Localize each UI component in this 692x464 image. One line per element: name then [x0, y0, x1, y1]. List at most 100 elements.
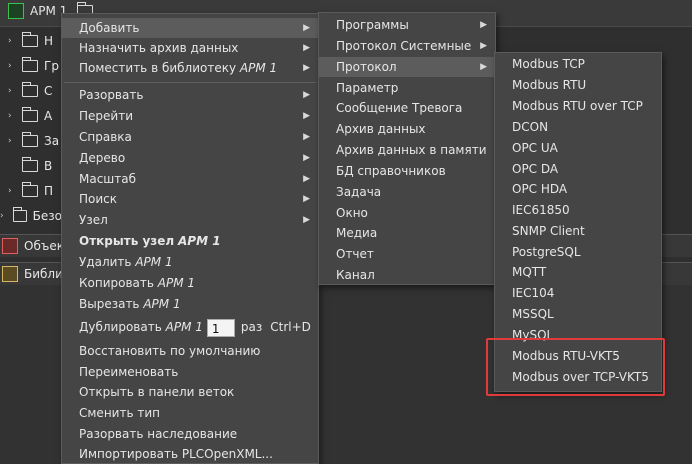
menu-item-assign-archive[interactable]: Назначить архив данных ▶ — [62, 38, 318, 58]
menu-item-scale[interactable]: Масштаб ▶ — [62, 169, 318, 189]
protocol-item[interactable]: DCON — [495, 117, 661, 137]
submenu-item-task[interactable]: Задача — [319, 182, 495, 202]
tree-item[interactable]: › А — [0, 105, 70, 126]
menu-item-label: MQTT — [512, 265, 547, 279]
tree-item[interactable]: › За — [0, 130, 70, 151]
expand-arrow-icon[interactable]: › — [8, 111, 18, 121]
submenu-item-data-archive[interactable]: Архив данных — [319, 119, 495, 139]
protocol-item[interactable]: OPC DA — [495, 159, 661, 179]
node-name: АРМ 1 — [135, 255, 173, 269]
menu-item-label: Программы — [336, 18, 409, 32]
menu-item-label: Поиск — [79, 192, 118, 206]
menu-item-label: Добавить — [79, 21, 140, 35]
menu-item-place-in-library[interactable]: Поместить в библиотеку АРМ 1 ▶ — [62, 58, 318, 78]
menu-item-add[interactable]: Добавить ▶ — [62, 18, 318, 38]
menu-item-open-branch-panel[interactable]: Открыть в панели веток — [62, 382, 318, 402]
protocol-item[interactable]: IEC61850 — [495, 200, 661, 220]
menu-item-change-type[interactable]: Сменить тип — [62, 403, 318, 423]
node-name: АРМ 1 — [157, 276, 196, 290]
tree-item[interactable]: › Гр — [0, 55, 70, 76]
tree-item-label: Гр — [44, 58, 59, 73]
menu-item-label: Медиа — [336, 226, 378, 240]
submenu-arrow-icon: ▶ — [303, 132, 310, 142]
menu-item-label: Дублировать — [79, 320, 162, 334]
menu-item-label: Удалить — [79, 255, 132, 269]
menu-item-delete[interactable]: Удалить АРМ 1 — [62, 252, 318, 272]
folder-icon — [22, 56, 38, 72]
tree-item-label: В — [44, 158, 53, 173]
menu-item-label: IEC104 — [512, 286, 555, 300]
menu-item-break-inheritance[interactable]: Разорвать наследование — [62, 424, 318, 444]
protocol-item[interactable]: Modbus RTU over TCP — [495, 96, 661, 116]
protocol-item[interactable]: IEC104 — [495, 283, 661, 303]
menu-item-label: Масштаб — [79, 172, 137, 186]
submenu-item-window[interactable]: Окно — [319, 203, 495, 223]
tree-item-label: С — [44, 83, 53, 98]
tree-item[interactable]: › Н — [0, 30, 70, 51]
menu-item-break[interactable]: Разорвать ▶ — [62, 85, 318, 105]
submenu-item-programs[interactable]: Программы ▶ — [319, 15, 495, 35]
menu-item-rename[interactable]: Переименовать — [62, 362, 318, 382]
protocol-item[interactable]: PostgreSQL — [495, 242, 661, 262]
menu-item-label: Modbus RTU — [512, 78, 587, 92]
submenu-item-parameter[interactable]: Параметр — [319, 78, 495, 98]
submenu-arrow-icon: ▶ — [303, 111, 310, 121]
submenu-arrow-icon: ▶ — [480, 20, 487, 30]
submenu-arrow-icon: ▶ — [303, 194, 310, 204]
menu-item-label: Разорвать — [79, 88, 144, 102]
objects-panel-label: Объек — [24, 239, 64, 253]
menu-item-label: Поместить в библиотеку — [79, 61, 237, 75]
submenu-item-protocol[interactable]: Протокол ▶ — [319, 57, 495, 77]
context-menu: Добавить ▶ Назначить архив данных ▶ Помест… — [61, 13, 319, 464]
tree-item[interactable]: › Безо — [0, 205, 62, 226]
menu-item-node[interactable]: Узел ▶ — [62, 210, 318, 230]
submenu-item-channel[interactable]: Канал — [319, 265, 495, 285]
tree-item-label: Безо — [32, 208, 62, 223]
submenu-item-alarm-message[interactable]: Сообщение Тревога — [319, 98, 495, 118]
menu-item-duplicate[interactable]: Дублировать АРМ 1 1 раз Ctrl+D — [62, 317, 318, 337]
protocol-item[interactable]: OPC UA — [495, 138, 661, 158]
protocol-item[interactable]: MQTT — [495, 262, 661, 282]
protocol-item[interactable]: MSSQL — [495, 304, 661, 324]
expand-arrow-icon[interactable]: › — [0, 211, 9, 221]
expand-arrow-icon[interactable]: › — [8, 36, 18, 46]
submenu-item-reference-db[interactable]: БД справочников — [319, 161, 495, 181]
submenu-arrow-icon: ▶ — [303, 63, 310, 73]
menu-item-import-plcopenxml[interactable]: Импортировать PLCOpenXML... — [62, 444, 318, 464]
expand-arrow-icon[interactable]: › — [8, 186, 18, 196]
protocol-item[interactable]: Modbus RTU — [495, 75, 661, 95]
submenu-item-system-protocol[interactable]: Протокол Системные ▶ — [319, 36, 495, 56]
protocol-item[interactable]: OPC HDA — [495, 179, 661, 199]
menu-item-label: Сменить тип — [79, 406, 160, 420]
menu-item-label: Сообщение Тревога — [336, 101, 463, 115]
menu-item-label: Архив данных — [336, 122, 426, 136]
menu-item-help[interactable]: Справка ▶ — [62, 127, 318, 147]
submenu-item-report[interactable]: Отчет — [319, 244, 495, 264]
menu-item-search[interactable]: Поиск ▶ — [62, 189, 318, 209]
menu-item-copy[interactable]: Копировать АРМ 1 — [62, 273, 318, 293]
expand-arrow-icon[interactable]: › — [8, 136, 18, 146]
tree-item[interactable]: › П — [0, 180, 70, 201]
submenu-item-media[interactable]: Медиа — [319, 223, 495, 243]
expand-arrow-icon[interactable]: › — [8, 86, 18, 96]
tree-item-label: П — [44, 183, 54, 198]
tree-item[interactable]: › С — [0, 80, 70, 101]
menu-item-cut[interactable]: Вырезать АРМ 1 — [62, 294, 318, 314]
expand-arrow-icon[interactable]: › — [8, 61, 18, 71]
folder-icon — [22, 131, 38, 147]
menu-item-tree[interactable]: Дерево ▶ — [62, 148, 318, 168]
duplicate-count-input[interactable]: 1 — [206, 318, 235, 337]
protocol-item[interactable]: Modbus TCP — [495, 54, 661, 74]
tree-item-label: Н — [44, 33, 54, 48]
submenu-item-memory-archive[interactable]: Архив данных в памяти — [319, 140, 495, 160]
menu-item-label: Протокол — [336, 60, 397, 74]
menu-item-label: DCON — [512, 120, 549, 134]
protocol-item[interactable]: SNMP Client — [495, 221, 661, 241]
menu-item-restore-default[interactable]: Восстановить по умолчанию — [62, 341, 318, 361]
menu-item-go[interactable]: Перейти ▶ — [62, 106, 318, 126]
menu-item-label: OPC DA — [512, 162, 559, 176]
tree-item[interactable]: В — [0, 155, 70, 176]
library-panel-label: Библи — [24, 267, 63, 281]
duplicate-shortcut: Ctrl+D — [270, 320, 311, 334]
menu-item-open-node[interactable]: Открыть узел АРМ 1 — [62, 231, 318, 251]
